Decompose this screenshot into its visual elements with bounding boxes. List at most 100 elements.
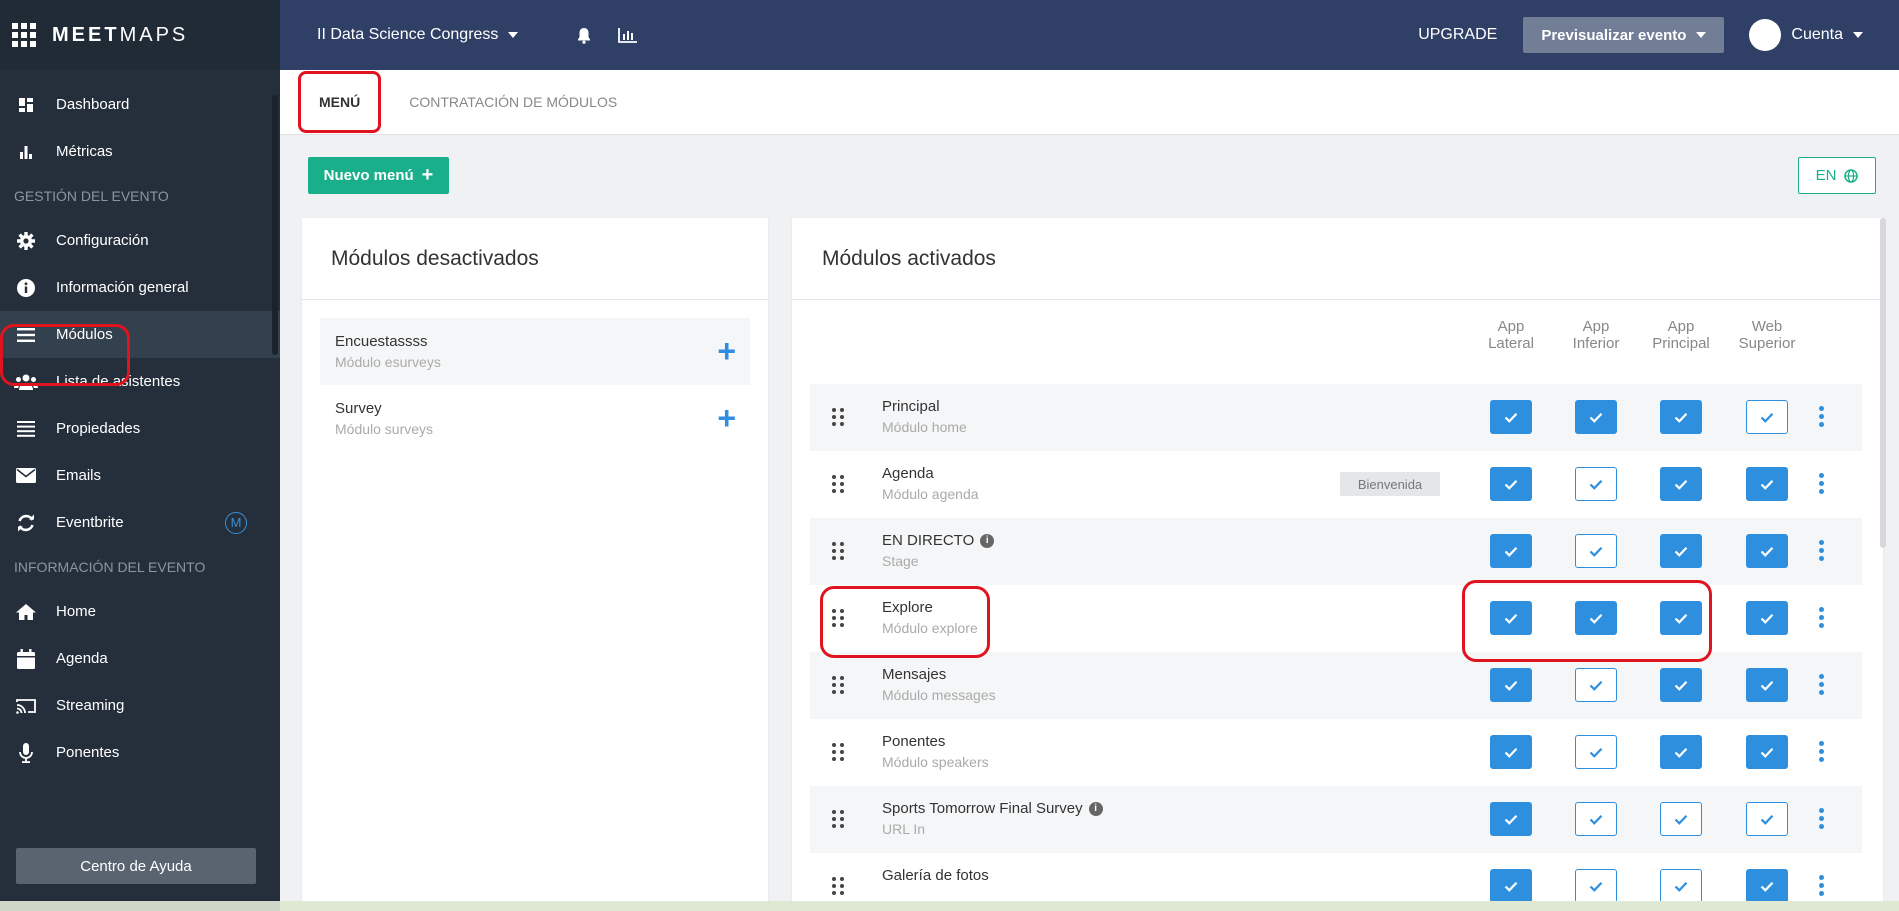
drag-handle-icon[interactable] <box>832 810 844 828</box>
checkbox-web-superior[interactable] <box>1746 869 1788 903</box>
checkbox-app-principal[interactable] <box>1660 668 1702 702</box>
checkbox-app-principal[interactable] <box>1660 400 1702 434</box>
checkbox-web-superior[interactable] <box>1746 735 1788 769</box>
checkbox-app-principal[interactable] <box>1660 869 1702 903</box>
sidebar-item-informaci-n-general[interactable]: Información general <box>0 264 280 311</box>
more-options-icon[interactable] <box>1819 607 1824 628</box>
more-options-icon[interactable] <box>1819 406 1824 427</box>
chevron-down-icon <box>508 32 519 38</box>
column-header: Web Superior <box>1738 318 1796 352</box>
drag-handle-icon[interactable] <box>832 609 844 627</box>
tab-menu[interactable]: MENÚ <box>298 71 382 133</box>
sidebar-item-label: Agenda <box>56 650 108 667</box>
info-icon[interactable]: i <box>980 533 995 548</box>
more-options-icon[interactable] <box>1819 875 1824 896</box>
more-options-icon[interactable] <box>1819 473 1824 494</box>
checkbox-web-superior[interactable] <box>1746 467 1788 501</box>
cast-icon <box>14 696 38 716</box>
add-module-plus-icon[interactable]: + <box>717 402 736 434</box>
sidebar-item-configuraci-n[interactable]: Configuración <box>0 217 280 264</box>
active-module-row: EN DIRECTO i Stage <box>810 518 1862 585</box>
checkbox-app-principal[interactable] <box>1660 534 1702 568</box>
avatar[interactable] <box>1749 19 1782 51</box>
checkbox-app-inferior[interactable] <box>1575 467 1617 501</box>
drag-handle-icon[interactable] <box>832 542 844 560</box>
sidebar: MEETMAPS Dashboard Métricas GESTIÓN DEL E… <box>0 0 280 911</box>
checkbox-web-superior[interactable] <box>1746 802 1788 836</box>
more-options-icon[interactable] <box>1819 808 1824 829</box>
help-center-button[interactable]: Centro de Ayuda <box>16 848 256 884</box>
upgrade-link[interactable]: UPGRADE <box>1418 26 1497 44</box>
info-icon <box>14 278 38 298</box>
add-module-plus-icon[interactable]: + <box>717 335 736 367</box>
checkbox-app-principal[interactable] <box>1660 467 1702 501</box>
more-options-icon[interactable] <box>1819 674 1824 695</box>
module-name: Principal <box>882 398 940 415</box>
meetmaps-logo[interactable]: MEETMAPS <box>52 24 188 47</box>
checkbox-app-lateral[interactable] <box>1490 869 1532 903</box>
checkbox-app-lateral[interactable] <box>1490 735 1532 769</box>
checkbox-app-inferior[interactable] <box>1575 534 1617 568</box>
sidebar-item-m-tricas[interactable]: Métricas <box>0 128 280 175</box>
module-name: Ponentes <box>882 733 946 750</box>
active-module-row: Principal Módulo home <box>810 384 1862 451</box>
more-options-icon[interactable] <box>1819 540 1824 561</box>
preview-event-button[interactable]: Previsualizar evento <box>1523 17 1725 53</box>
drag-handle-icon[interactable] <box>832 877 844 895</box>
drag-handle-icon[interactable] <box>832 676 844 694</box>
sidebar-item-eventbrite[interactable]: Eventbrite M <box>0 499 280 546</box>
checkbox-app-lateral[interactable] <box>1490 802 1532 836</box>
sidebar-item-label: Eventbrite <box>56 514 124 531</box>
sidebar-item-dashboard[interactable]: Dashboard <box>0 81 280 128</box>
checkbox-web-superior[interactable] <box>1746 601 1788 635</box>
sidebar-item-lista-de-asistentes[interactable]: Lista de asistentes <box>0 358 280 405</box>
more-options-icon[interactable] <box>1819 741 1824 762</box>
module-type: Módulo messages <box>882 687 996 703</box>
info-icon[interactable]: i <box>1088 801 1103 816</box>
checkbox-web-superior[interactable] <box>1746 400 1788 434</box>
checkbox-app-lateral[interactable] <box>1490 400 1532 434</box>
drag-handle-icon[interactable] <box>832 408 844 426</box>
drag-handle-icon[interactable] <box>832 475 844 493</box>
sidebar-item-propiedades[interactable]: Propiedades <box>0 405 280 452</box>
checkbox-app-inferior[interactable] <box>1575 668 1617 702</box>
column-headers: App Lateral App Inferior App Principal Web Supe… <box>792 318 1883 358</box>
dashboard-icon <box>14 95 38 115</box>
checkbox-app-inferior[interactable] <box>1575 869 1617 903</box>
sidebar-item-m-dulos[interactable]: Módulos <box>0 311 280 358</box>
module-type: Módulo speakers <box>882 754 989 770</box>
checkbox-web-superior[interactable] <box>1746 534 1788 568</box>
active-modules-panel: Módulos activados App Lateral App Inferior A… <box>792 218 1883 911</box>
checkbox-app-lateral[interactable] <box>1490 467 1532 501</box>
sidebar-item-ponentes[interactable]: Ponentes <box>0 729 280 776</box>
tab-contratacion[interactable]: CONTRATACIÓN DE MÓDULOS <box>391 70 635 135</box>
sidebar-item-label: Ponentes <box>56 744 120 761</box>
main-scrollbar[interactable] <box>1880 218 1886 548</box>
checkbox-app-lateral[interactable] <box>1490 668 1532 702</box>
drag-handle-icon[interactable] <box>832 743 844 761</box>
module-type: Módulo explore <box>882 620 978 636</box>
checkbox-app-inferior[interactable] <box>1575 400 1617 434</box>
checkbox-app-principal[interactable] <box>1660 601 1702 635</box>
stats-icon[interactable] <box>618 27 638 43</box>
checkbox-app-lateral[interactable] <box>1490 601 1532 635</box>
bell-icon[interactable] <box>576 27 592 44</box>
sidebar-item-streaming[interactable]: Streaming <box>0 682 280 729</box>
checkbox-app-inferior[interactable] <box>1575 601 1617 635</box>
new-menu-button[interactable]: Nuevo menú + <box>308 157 449 194</box>
sidebar-item-home[interactable]: Home <box>0 588 280 635</box>
apps-grid-icon[interactable] <box>12 23 36 47</box>
checkbox-app-principal[interactable] <box>1660 802 1702 836</box>
event-selector[interactable]: II Data Science Congress <box>317 26 519 44</box>
module-name: Mensajes <box>882 666 947 683</box>
checkbox-app-principal[interactable] <box>1660 735 1702 769</box>
account-menu[interactable]: Cuenta <box>1791 26 1863 44</box>
sidebar-scrollbar[interactable] <box>272 95 278 355</box>
checkbox-app-lateral[interactable] <box>1490 534 1532 568</box>
sidebar-item-emails[interactable]: Emails <box>0 452 280 499</box>
sidebar-item-agenda[interactable]: Agenda <box>0 635 280 682</box>
language-button[interactable]: EN <box>1798 157 1876 194</box>
checkbox-web-superior[interactable] <box>1746 668 1788 702</box>
checkbox-app-inferior[interactable] <box>1575 735 1617 769</box>
checkbox-app-inferior[interactable] <box>1575 802 1617 836</box>
